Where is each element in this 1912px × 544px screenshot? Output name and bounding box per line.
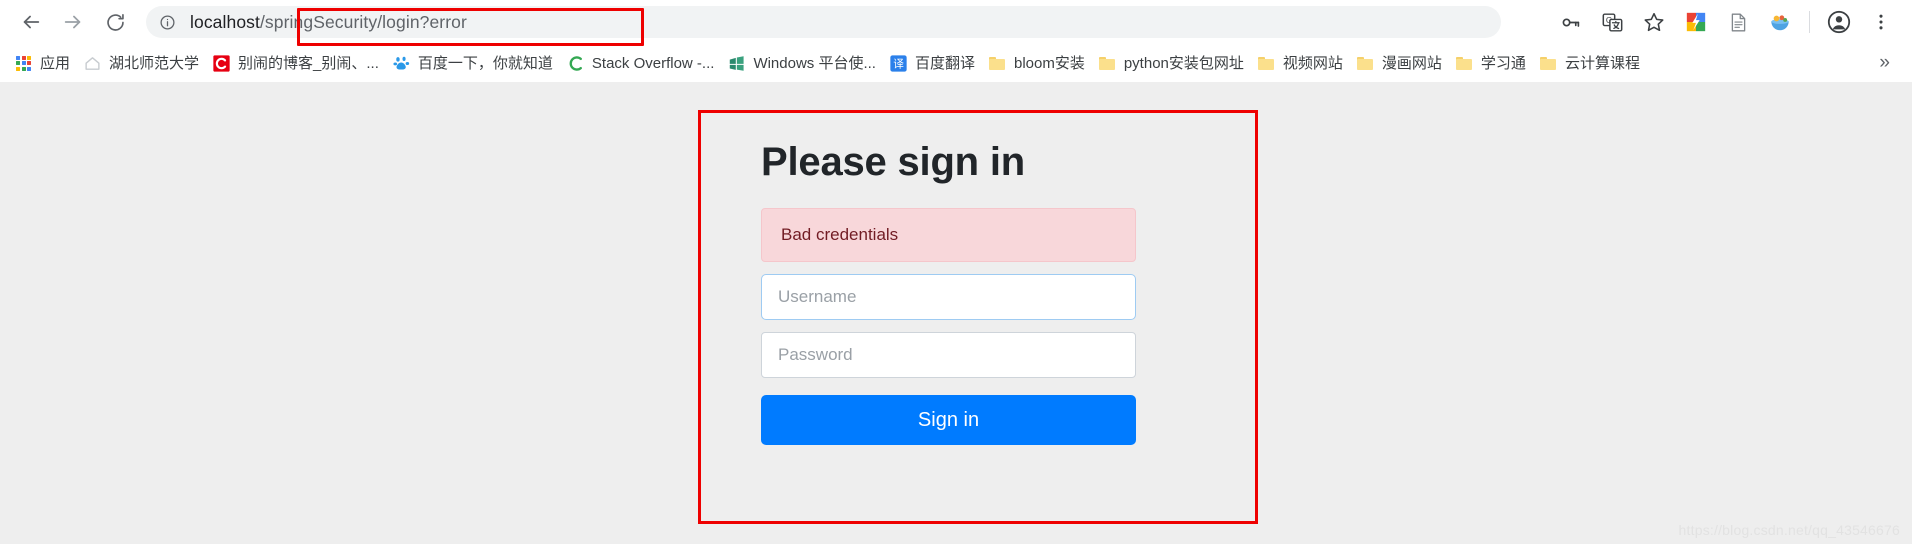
apps-grid-icon [15, 55, 32, 72]
baidu-translate-icon: 译 [890, 54, 907, 72]
password-field[interactable]: Password [761, 332, 1136, 378]
page-viewport: Please sign in Bad credentials Username … [0, 82, 1912, 544]
profile-avatar-icon[interactable] [1823, 6, 1855, 38]
bookmark-label: 应用 [40, 54, 71, 72]
error-alert-text: Bad credentials [781, 225, 899, 244]
bookmark-folder-cloud-computing-course[interactable]: 云计算课程 [1533, 49, 1647, 77]
username-field[interactable]: Username [761, 274, 1136, 320]
chrome-menu-icon[interactable] [1865, 6, 1897, 38]
baidu-icon [393, 55, 410, 72]
bookmark-folder-python-packages[interactable]: python安装包网址 [1092, 49, 1251, 77]
bookmark-label: 百度翻译 [914, 54, 975, 72]
toolbar-right-group: G [1549, 0, 1912, 44]
url-text: localhost/springSecurity/login?error [190, 12, 467, 33]
reload-icon [105, 12, 126, 33]
info-circle-icon[interactable] [158, 13, 176, 31]
arrow-back-icon [20, 11, 42, 33]
url-path: /springSecurity/login?error [259, 11, 467, 32]
browser-toolbar: localhost/springSecurity/login?error G [0, 0, 1912, 46]
bookmark-apps[interactable]: 应用 [8, 49, 77, 77]
page-title: Please sign in [761, 140, 1025, 184]
house-icon [84, 55, 101, 72]
bookmark-csdn-blog[interactable]: 别闹的博客_别闹、... [206, 49, 386, 77]
bookmark-label: python安装包网址 [1123, 54, 1244, 72]
windows-icon [728, 55, 745, 72]
bookmark-label: 漫画网站 [1381, 54, 1442, 72]
bookmark-hubei-normal-university[interactable]: 湖北师范大学 [77, 49, 206, 77]
bookmark-baidu[interactable]: 百度一下，你就知道 [386, 49, 560, 77]
extension-document-icon[interactable] [1722, 6, 1754, 38]
bookmark-star-icon[interactable] [1638, 6, 1670, 38]
back-button[interactable] [14, 5, 48, 39]
signin-button[interactable]: Sign in [761, 395, 1136, 445]
url-host: localhost [190, 11, 260, 32]
folder-icon [1099, 55, 1116, 72]
login-form: Please sign in Bad credentials Username … [761, 110, 1136, 445]
bookmark-label: 学习通 [1480, 54, 1526, 72]
google-translate-icon[interactable]: G [1596, 6, 1628, 38]
csdn-icon [213, 54, 230, 72]
bookmark-windows-platform[interactable]: Windows 平台使... [721, 49, 883, 77]
reload-button[interactable] [98, 5, 132, 39]
folder-icon [1258, 55, 1275, 72]
bookmark-folder-comic-sites[interactable]: 漫画网站 [1350, 49, 1449, 77]
bookmark-stack-overflow[interactable]: Stack Overflow -... [560, 49, 722, 77]
extension-colorful-icon[interactable] [1680, 6, 1712, 38]
bookmark-label: 云计算课程 [1564, 54, 1640, 72]
bookmark-label: 湖北师范大学 [109, 54, 200, 72]
bookmark-label: Stack Overflow -... [591, 54, 715, 72]
folder-icon [1540, 55, 1557, 72]
bookmark-folder-bloom[interactable]: bloom安装 [982, 49, 1092, 77]
password-key-icon[interactable] [1554, 6, 1586, 38]
folder-icon [1456, 55, 1473, 72]
bookmark-label: bloom安装 [1013, 54, 1085, 72]
bookmark-bar: 应用 湖北师范大学 别闹的博客_别闹、... 百度一下，你就知道 Stack O… [0, 44, 1912, 82]
stackoverflow-icon [567, 55, 584, 72]
login-container: Please sign in Bad credentials Username … [698, 110, 1258, 524]
folder-icon [989, 55, 1006, 72]
watermark: https://blog.csdn.net/qq_43546676 [1678, 522, 1900, 538]
toolbar-divider [1809, 11, 1810, 33]
password-placeholder: Password [778, 345, 853, 364]
folder-icon [1357, 55, 1374, 72]
omnibox-wrapper: localhost/springSecurity/login?error [146, 6, 1549, 46]
bookmark-baidu-translate[interactable]: 译 百度翻译 [883, 49, 982, 77]
bookmark-folder-video-sites[interactable]: 视频网站 [1251, 49, 1350, 77]
bookmark-label: 视频网站 [1282, 54, 1343, 72]
bookmark-label: Windows 平台使... [753, 54, 876, 72]
bookmark-label: 别闹的博客_别闹、... [238, 54, 379, 72]
bookmark-folder-xuexitong[interactable]: 学习通 [1449, 49, 1533, 77]
address-bar[interactable]: localhost/springSecurity/login?error [146, 6, 1501, 38]
error-alert: Bad credentials [761, 208, 1136, 262]
arrow-forward-icon [62, 11, 84, 33]
svg-text:译: 译 [893, 58, 904, 70]
username-placeholder: Username [778, 287, 857, 306]
bookmark-overflow-button[interactable]: » [1871, 52, 1898, 74]
browser-chrome: localhost/springSecurity/login?error G 应… [0, 0, 1912, 82]
bookmark-label: 百度一下，你就知道 [417, 54, 553, 72]
forward-button[interactable] [56, 5, 90, 39]
extension-bowl-icon[interactable] [1764, 6, 1796, 38]
